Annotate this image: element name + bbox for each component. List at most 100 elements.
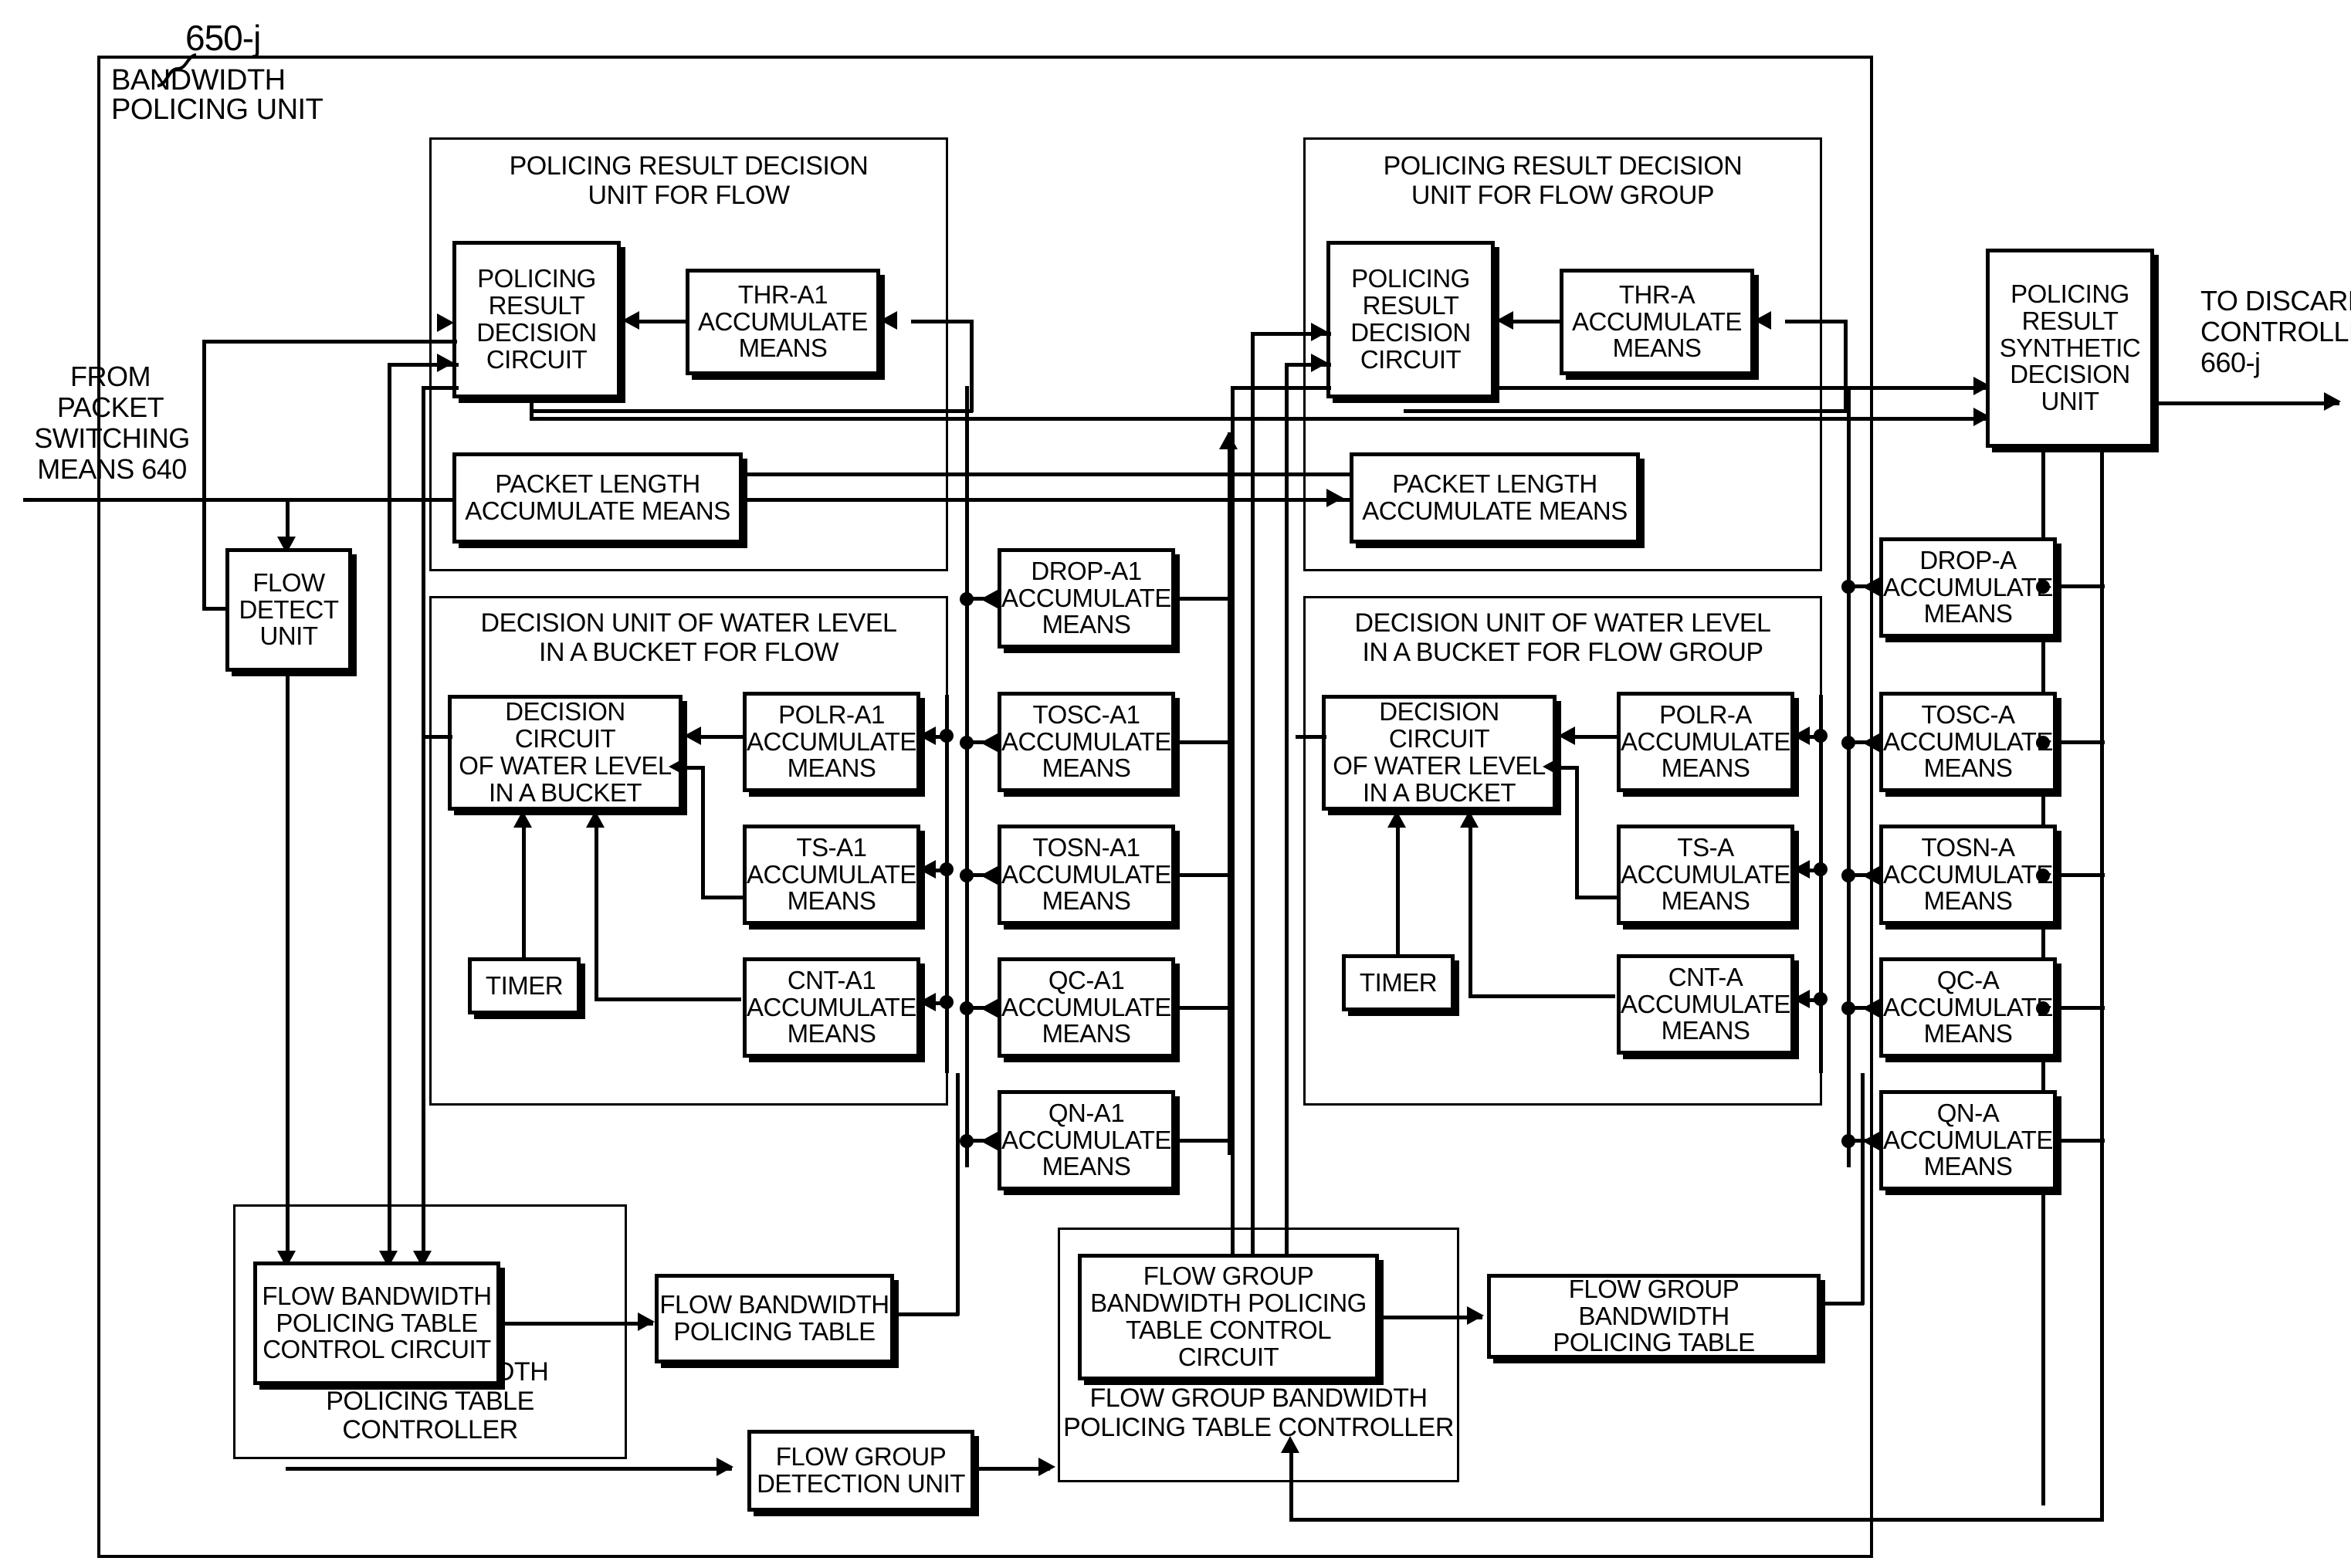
group-title-line2: IN A BUCKET FOR FLOW (539, 638, 839, 667)
block-polr-a-accumulate-means[interactable]: POLR-A ACCUMULATE MEANS (1617, 692, 1794, 792)
block-line: POLICING TABLE (276, 1308, 478, 1337)
block-line: CNT-A (1668, 962, 1743, 991)
wire-flow-ctrl-to-table (500, 1322, 653, 1326)
arrow-thr-a1-to-prd (622, 311, 639, 330)
junction-dot-tosn-a (1841, 869, 1855, 882)
wire-flow-detect-left-stub (202, 607, 229, 611)
wire-timer-flow-up (522, 826, 526, 960)
arrow-into-tosn-a (1862, 866, 1879, 885)
block-packet-length-accumulate-means-flow[interactable]: PACKET LENGTH ACCUMULATE MEANS (452, 452, 743, 544)
block-drop-a-accumulate-means[interactable]: DROP-A ACCUMULATE MEANS (1879, 537, 2057, 638)
block-cnt-a-accumulate-means[interactable]: CNT-A ACCUMULATE MEANS (1617, 954, 1794, 1055)
block-line: MEANS (1923, 1152, 2013, 1181)
block-line: FLOW GROUP (775, 1442, 947, 1471)
bandwidth-policing-unit-label-line1: BANDWIDTH (111, 64, 286, 97)
block-cnt-a1-accumulate-means[interactable]: CNT-A1 ACCUMULATE MEANS (743, 957, 920, 1058)
block-policing-result-decision-circuit-flow-group[interactable]: POLICING RESULT DECISION CIRCUIT (1326, 241, 1495, 398)
wire-thr-a1-feed-down (970, 320, 974, 412)
block-line: TOSC-A1 (1032, 699, 1140, 729)
block-line: ACCUMULATE (1883, 1125, 2053, 1154)
wire-drop-a1-out (1172, 597, 1231, 601)
block-tosn-a-accumulate-means[interactable]: TOSN-A ACCUMULATE MEANS (1879, 825, 2057, 925)
wire-group-outer-bus (1847, 386, 1851, 1167)
block-thr-a-accumulate-means[interactable]: THR-A ACCUMULATE MEANS (1560, 269, 1754, 375)
block-flow-bw-policing-table-control-circuit[interactable]: FLOW BANDWIDTH POLICING TABLE CONTROL CI… (253, 1262, 500, 1385)
wire-prd-group-feed1-v (1251, 332, 1255, 1266)
block-ts-a-accumulate-means[interactable]: TS-A ACCUMULATE MEANS (1617, 825, 1794, 925)
block-flow-group-bw-policing-table[interactable]: FLOW GROUP BANDWIDTH POLICING TABLE (1487, 1274, 1821, 1359)
arrow-into-pktlen-flow-group (1326, 489, 1343, 507)
block-line: DECISION (476, 318, 597, 347)
block-tosc-a-accumulate-means[interactable]: TOSC-A ACCUMULATE MEANS (1879, 692, 2057, 792)
arrow-into-qc-a (1862, 999, 1879, 1018)
block-line: DROP-A1 (1031, 556, 1142, 585)
arrow-timer-group-up (1387, 811, 1406, 828)
block-line: UNIT (259, 621, 319, 651)
block-tosn-a1-accumulate-means[interactable]: TOSN-A1 ACCUMULATE MEANS (998, 825, 1175, 925)
block-line: ACCUMULATE MEANS (465, 496, 730, 525)
block-line: ACCUMULATE (1621, 726, 1790, 756)
block-decision-circuit-water-level-flow-group[interactable]: DECISION CIRCUIT OF WATER LEVEL IN A BUC… (1322, 695, 1557, 811)
wire-polr-a1-into (701, 735, 744, 739)
wire-flow-table-up (956, 1073, 960, 1316)
wire-wl-flow-left-stub (422, 735, 452, 739)
wire-prd-group-feed2-v (1285, 363, 1289, 1266)
block-qn-a1-accumulate-means[interactable]: QN-A1 ACCUMULATE MEANS (998, 1090, 1175, 1190)
arrow-into-ts-a (1793, 860, 1810, 879)
block-packet-length-accumulate-means-flow-group[interactable]: PACKET LENGTH ACCUMULATE MEANS (1350, 452, 1640, 544)
wire-flow-outer-bus (965, 386, 969, 1167)
block-line: DETECTION UNIT (757, 1469, 965, 1498)
wire-tosc-a1-in (965, 740, 996, 744)
block-line: FLOW GROUP (1143, 1262, 1314, 1291)
block-timer-flow-group[interactable]: TIMER (1342, 954, 1455, 1011)
junction-dot-polr-a1 (940, 729, 954, 743)
block-policing-result-synthetic-decision-unit[interactable]: POLICING RESULT SYNTHETIC DECISION UNIT (1986, 249, 2154, 448)
wire-right-bus-b (2100, 448, 2104, 1521)
block-line: ACCUMULATE (1883, 859, 2053, 889)
block-line: PACKET LENGTH (1392, 469, 1597, 499)
arrow-timer-flow-up (513, 811, 532, 828)
block-line: MEANS (1923, 599, 2013, 628)
block-decision-circuit-water-level-flow[interactable]: DECISION CIRCUIT OF WATER LEVEL IN A BUC… (448, 695, 683, 811)
block-flow-bw-policing-table[interactable]: FLOW BANDWIDTH POLICING TABLE (655, 1274, 894, 1363)
block-line: OF WATER LEVEL (1333, 751, 1546, 780)
block-ts-a1-accumulate-means[interactable]: TS-A1 ACCUMULATE MEANS (743, 825, 920, 925)
block-qc-a1-accumulate-means[interactable]: QC-A1 ACCUMULATE MEANS (998, 957, 1175, 1058)
wire-qn-a-out (2054, 1139, 2105, 1143)
wire-timer-group-up (1396, 826, 1400, 957)
arrow-into-ts-a1 (919, 860, 936, 879)
block-line: THR-A (1618, 279, 1695, 309)
block-line: TIMER (1359, 967, 1438, 997)
block-policing-result-decision-circuit-flow[interactable]: POLICING RESULT DECISION CIRCUIT (452, 241, 621, 398)
block-flow-group-detection-unit[interactable]: FLOW GROUP DETECTION UNIT (747, 1430, 974, 1512)
group-title-line2: UNIT FOR FLOW GROUP (1411, 181, 1715, 210)
arrow-flow-ctrl-to-table (638, 1312, 655, 1331)
block-line: UNIT (2041, 387, 2100, 416)
block-line: QC-A1 (1048, 965, 1125, 994)
wire-prd-group-feed3-v (1231, 386, 1235, 1266)
block-qn-a-accumulate-means[interactable]: QN-A ACCUMULATE MEANS (1879, 1090, 2057, 1190)
block-tosc-a1-accumulate-means[interactable]: TOSC-A1 ACCUMULATE MEANS (998, 692, 1175, 792)
block-timer-flow[interactable]: TIMER (468, 957, 581, 1014)
arrow-output-to-discard-controller (2324, 392, 2341, 411)
junction-dot-tosc-a (1841, 736, 1855, 750)
arrow-into-prd-flow-b (437, 354, 454, 372)
block-line: DECISION (2010, 360, 2130, 389)
block-line: DECISION CIRCUIT (505, 697, 625, 754)
block-flow-group-bw-policing-table-control-circuit[interactable]: FLOW GROUP BANDWIDTH POLICING TABLE CONT… (1078, 1254, 1379, 1380)
block-thr-a1-accumulate-means[interactable]: THR-A1 ACCUMULATE MEANS (686, 269, 880, 375)
block-flow-detect-unit[interactable]: FLOW DETECT UNIT (225, 548, 352, 672)
block-line: MEANS (1661, 754, 1750, 783)
block-qc-a-accumulate-means[interactable]: QC-A ACCUMULATE MEANS (1879, 957, 2057, 1058)
block-line: THR-A1 (737, 279, 828, 309)
block-line: SYNTHETIC (1999, 333, 2141, 362)
block-line: FLOW GROUP BANDWIDTH (1568, 1274, 1740, 1330)
arrow-ts-a-into-wl (1543, 757, 1560, 776)
wire-tosn-a-out (2054, 873, 2105, 877)
arrow-bottom-return-up (1281, 1436, 1299, 1453)
block-drop-a1-accumulate-means[interactable]: DROP-A1 ACCUMULATE MEANS (998, 548, 1175, 649)
block-polr-a1-accumulate-means[interactable]: POLR-A1 ACCUMULATE MEANS (743, 692, 920, 792)
junction-dot-drop-a (1841, 580, 1855, 594)
group-title-line2: IN A BUCKET FOR FLOW GROUP (1362, 638, 1763, 667)
block-line: FLOW (252, 567, 325, 597)
